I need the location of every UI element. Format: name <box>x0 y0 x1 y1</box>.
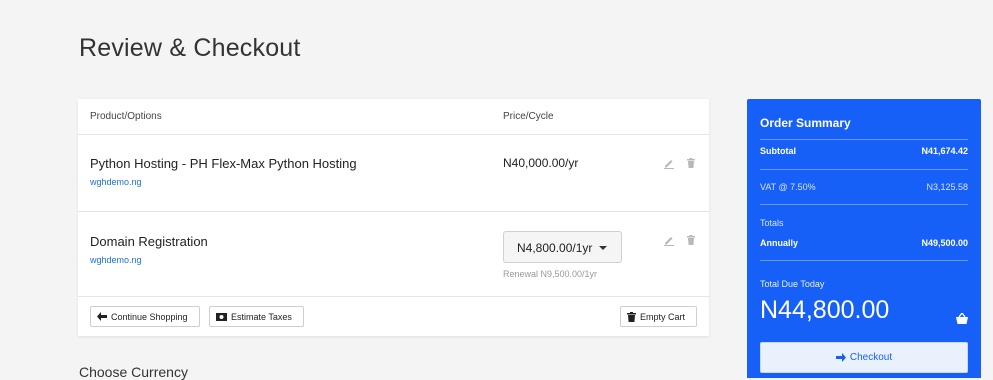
product-domain-link[interactable]: wghdemo.ng <box>90 177 142 187</box>
cart-item-row: Domain Registration wghdemo.ng N4,800.00… <box>78 212 709 297</box>
billing-cycle-value: N4,800.00/1yr <box>517 241 593 255</box>
annually-value: N49,500.00 <box>921 238 968 248</box>
product-name: Domain Registration <box>90 234 208 249</box>
renewal-price: Renewal N9,500.00/1yr <box>503 269 598 279</box>
empty-cart-label: Empty Cart <box>640 311 686 322</box>
estimate-taxes-label: Estimate Taxes <box>231 311 292 322</box>
order-summary-panel: Order Summary Subtotal N41,674.42 VAT @ … <box>747 99 981 378</box>
cart-table: Product/Options Price/Cycle Python Hosti… <box>78 99 709 336</box>
divider <box>760 204 968 205</box>
order-summary-title: Order Summary <box>760 116 851 130</box>
estimate-taxes-button[interactable]: Estimate Taxes <box>209 306 304 327</box>
vat-label: VAT @ 7.50% <box>760 182 816 192</box>
money-icon <box>216 312 227 321</box>
edit-icon[interactable] <box>663 233 675 246</box>
total-due-label: Total Due Today <box>760 279 825 289</box>
column-header-price: Price/Cycle <box>503 111 554 122</box>
divider <box>760 260 968 261</box>
totals-label: Totals <box>760 218 784 228</box>
cart-actions: Continue Shopping Estimate Taxes Empty C… <box>78 297 709 336</box>
column-header-product: Product/Options <box>90 111 162 122</box>
checkout-button[interactable]: Checkout <box>760 342 968 373</box>
annually-label: Annually <box>760 238 799 248</box>
total-due-amount: N44,800.00 <box>760 296 890 324</box>
cart-header: Product/Options Price/Cycle <box>78 99 709 135</box>
checkout-label: Checkout <box>849 352 893 363</box>
vat-value: N3,125.58 <box>926 182 968 192</box>
divider <box>760 139 968 140</box>
continue-shopping-label: Continue Shopping <box>111 311 188 322</box>
empty-cart-button[interactable]: Empty Cart <box>620 306 697 327</box>
continue-shopping-button[interactable]: Continue Shopping <box>90 306 200 327</box>
page-title: Review & Checkout <box>79 34 301 62</box>
cart-item-row: Python Hosting - PH Flex-Max Python Host… <box>78 135 709 212</box>
product-price: N40,000.00/yr <box>503 156 579 170</box>
chevron-down-icon <box>599 246 607 250</box>
basket-icon <box>956 311 968 324</box>
subtotal-label: Subtotal <box>760 146 796 156</box>
edit-icon[interactable] <box>663 156 675 169</box>
divider <box>760 169 968 170</box>
trash-icon[interactable] <box>685 156 697 168</box>
trash-icon[interactable] <box>685 233 697 245</box>
arrow-left-icon <box>97 312 107 321</box>
arrow-right-icon <box>835 353 846 362</box>
product-name: Python Hosting - PH Flex-Max Python Host… <box>90 156 357 171</box>
subtotal-value: N41,674.42 <box>921 146 968 156</box>
billing-cycle-select[interactable]: N4,800.00/1yr <box>503 231 622 263</box>
trash-icon <box>627 311 636 322</box>
product-domain-link[interactable]: wghdemo.ng <box>90 255 142 265</box>
